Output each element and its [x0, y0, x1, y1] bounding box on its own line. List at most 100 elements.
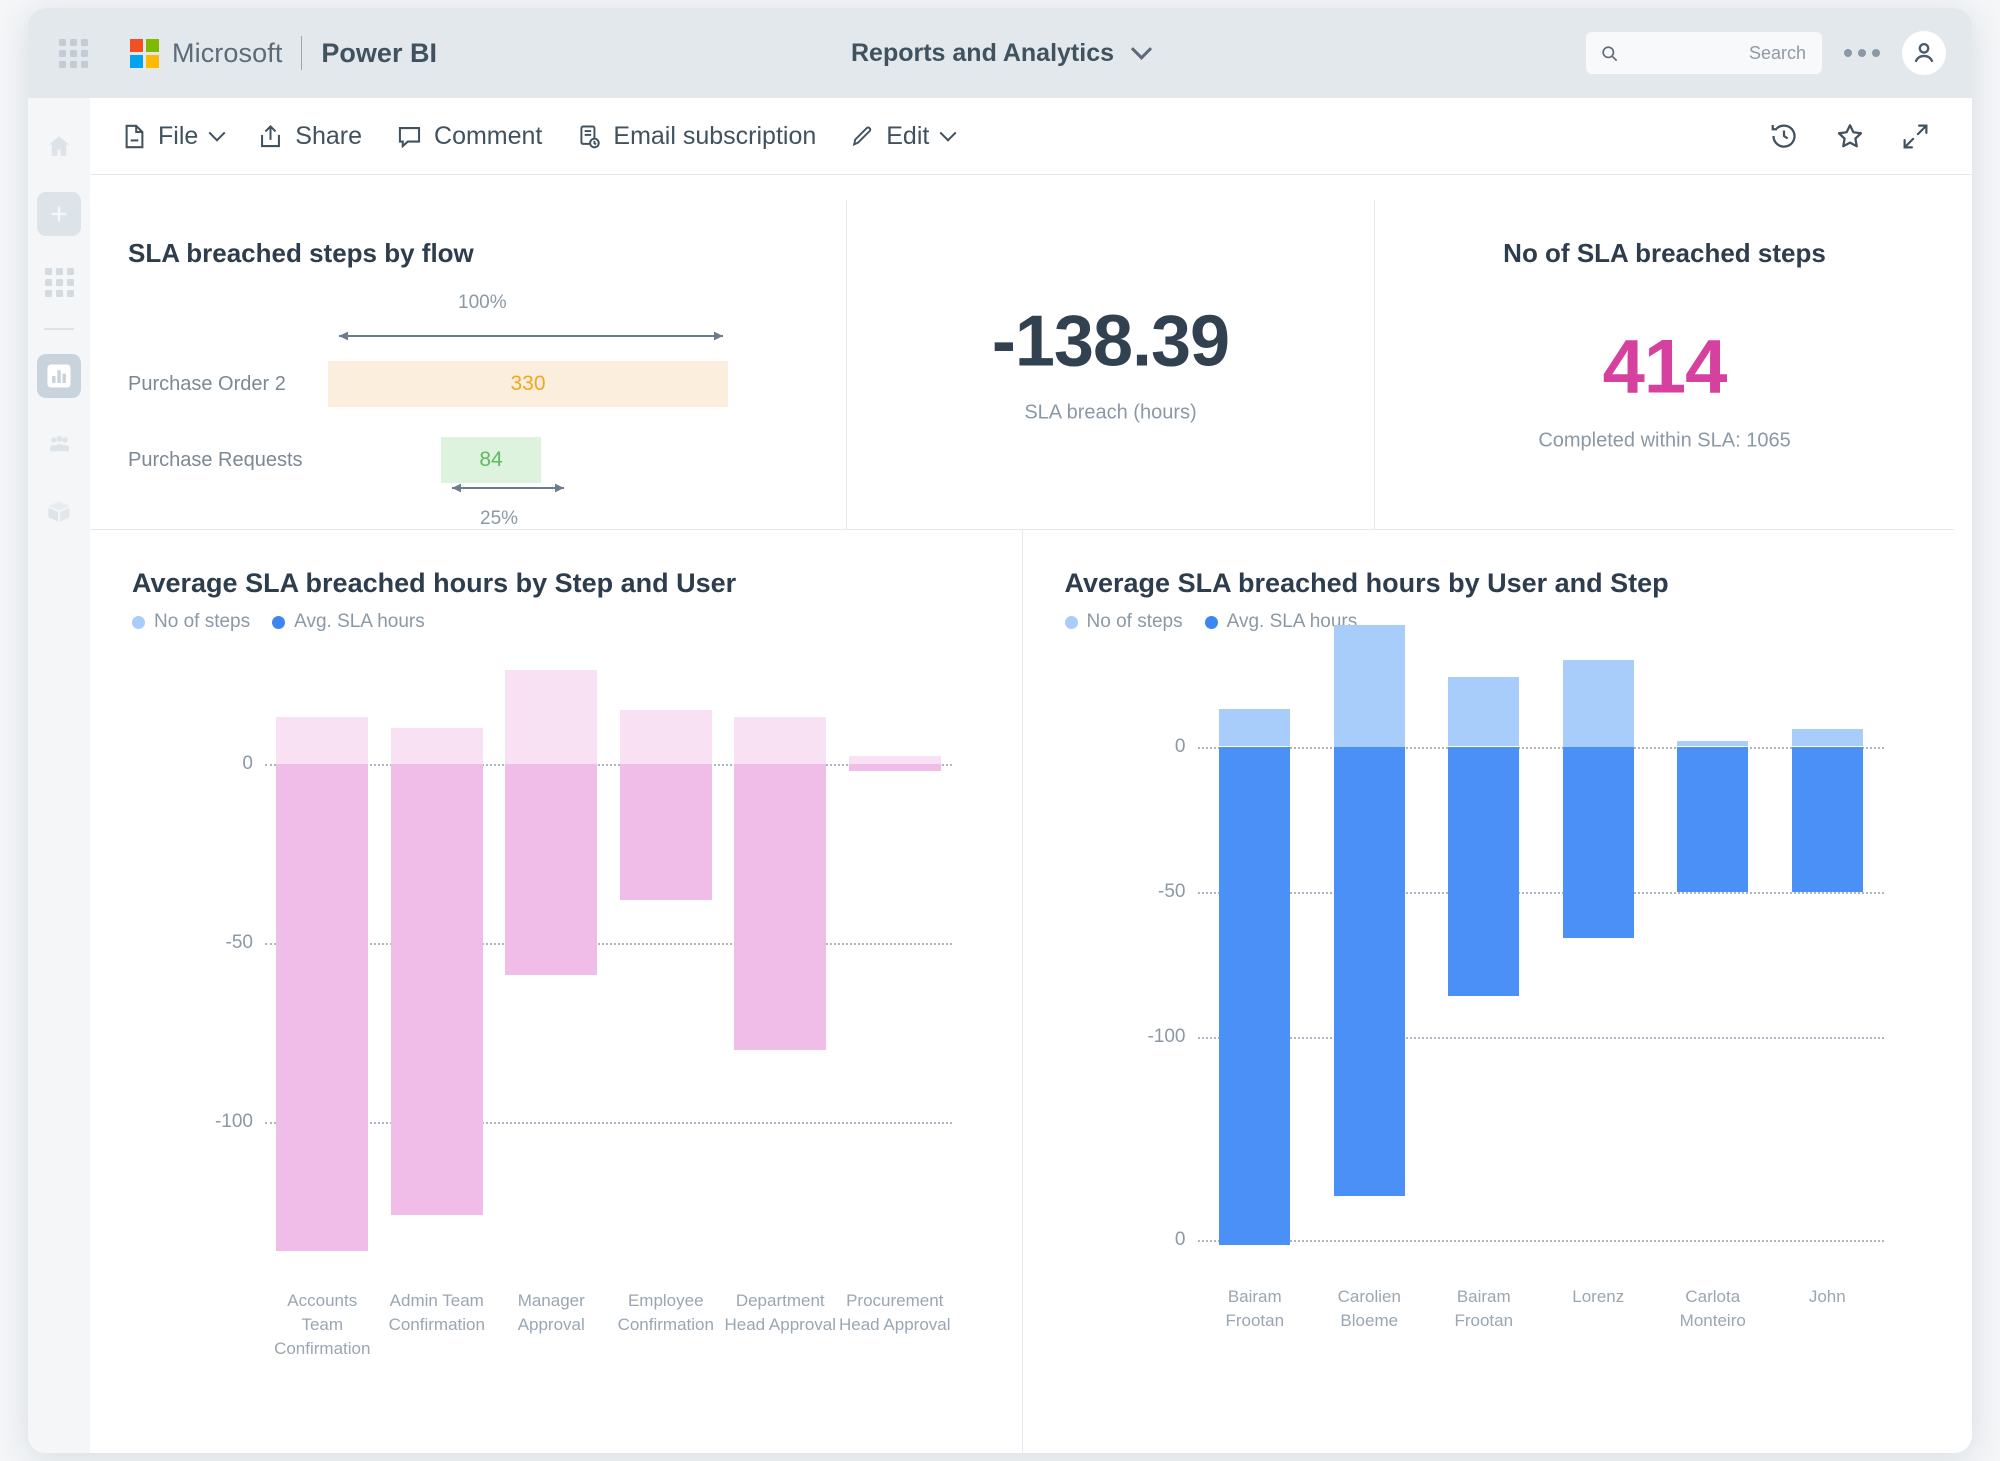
email-subscription-button[interactable]: Email subscription — [576, 122, 816, 151]
flow-top-range-arrow — [339, 331, 723, 341]
y-axis-tick-label: 0 — [1174, 1228, 1186, 1250]
avg-sla-hours-by-step-and-user-chart[interactable]: Average SLA breached hours by Step and U… — [90, 530, 1022, 1453]
home-icon — [49, 136, 69, 156]
bar-group[interactable] — [1677, 660, 1749, 1453]
bar-segment-no-of-steps[interactable] — [848, 756, 941, 764]
chart2-plot: 0 -50 -100 0 Bairam Frootan Carolien Bloeme Ba… — [1023, 624, 1955, 1453]
sidebar-item-home[interactable] — [37, 124, 81, 168]
bar-segment-avg-sla-hours[interactable] — [734, 763, 827, 1051]
favorite-star-icon[interactable] — [1835, 121, 1865, 151]
bar-group[interactable] — [1333, 624, 1405, 1453]
x-axis-category-label: Bairam Frootan — [1225, 1287, 1285, 1330]
sidebar-item-reports[interactable] — [37, 354, 81, 398]
avg-sla-hours-by-user-and-step-chart[interactable]: Average SLA breached hours by User and S… — [1021, 530, 1955, 1453]
bar-segment-no-of-steps[interactable] — [1219, 708, 1291, 747]
gridline: 0 — [1175, 736, 1884, 757]
bar-segment-no-of-steps[interactable] — [1333, 624, 1405, 747]
product-label: Power BI — [321, 37, 437, 68]
x-axis-category-label: Procurement Head Approval — [838, 1291, 951, 1334]
history-icon[interactable] — [1769, 121, 1799, 151]
y-axis-tick-label: -100 — [214, 1110, 253, 1132]
sla-breach-hours-kpi-card[interactable]: -138.39 SLA breach (hours) — [846, 200, 1374, 529]
chevron-down-icon[interactable] — [1130, 38, 1153, 60]
search-input[interactable]: Search — [1586, 32, 1822, 74]
flow-row[interactable]: Purchase Order 2 330 — [128, 354, 822, 414]
breached-steps-value: 414 — [1602, 324, 1728, 410]
file-label: File — [158, 121, 199, 150]
flow-bar-rows: Purchase Order 2 330 Purchase Requests 8… — [128, 354, 822, 490]
flow-row[interactable]: Purchase Requests 84 — [128, 430, 822, 490]
bar-segment-avg-sla-hours[interactable] — [390, 763, 483, 1215]
bar-group[interactable] — [1448, 660, 1520, 1453]
bar-segment-avg-sla-hours[interactable] — [1677, 746, 1749, 892]
bar-segment-no-of-steps[interactable] — [1791, 729, 1863, 747]
chart2-header: Average SLA breached hours by User and S… — [1064, 568, 1669, 633]
bar-segment-no-of-steps[interactable] — [505, 670, 598, 764]
flow-row-value: 330 — [510, 372, 546, 395]
x-axis-category-label: Manager Approval — [517, 1291, 585, 1334]
sla-breach-kpi: -138.39 SLA breach (hours) — [847, 305, 1374, 424]
bar-segment-avg-sla-hours[interactable] — [505, 763, 598, 975]
legend-swatch-icon — [272, 615, 286, 629]
fullscreen-icon[interactable] — [1901, 122, 1930, 151]
file-menu-button[interactable]: File — [122, 121, 226, 151]
microsoft-squares-icon — [130, 38, 159, 68]
bar-segment-avg-sla-hours[interactable] — [1219, 746, 1291, 1246]
bar-group[interactable] — [1562, 659, 1634, 1453]
no-of-sla-breached-steps-card[interactable]: No of SLA breached steps 414 Completed w… — [1374, 200, 1954, 529]
x-axis-category-label: Carolien Bloeme — [1337, 1287, 1401, 1330]
bar-segment-avg-sla-hours[interactable] — [848, 763, 941, 771]
x-axis-category-label: Bairam Frootan — [1454, 1287, 1514, 1330]
bar-segment-no-of-steps[interactable] — [734, 716, 827, 764]
share-icon — [261, 124, 281, 147]
bar-group[interactable] — [1219, 660, 1291, 1453]
command-bar: File Share Comment Email subscription Ed… — [90, 98, 1972, 174]
edit-button[interactable]: Edit — [850, 121, 957, 151]
y-axis-tick-label: 0 — [242, 752, 253, 774]
chart1-plot: 0 -50 -100 Accounts Team Confirmation Admin … — [90, 660, 1022, 1453]
bar-segment-no-of-steps[interactable] — [390, 727, 483, 764]
legend-item[interactable]: No of steps — [132, 611, 250, 633]
ellipsis-icon[interactable] — [1844, 49, 1880, 57]
bar-segment-avg-sla-hours[interactable] — [276, 763, 369, 1251]
bar-group[interactable] — [1791, 660, 1863, 1453]
flow-card-body: 100% Purchase Order 2 330 Purchase Reque… — [128, 292, 822, 529]
email-subscription-label: Email subscription — [613, 121, 817, 150]
flow-bottom-percent: 25% — [480, 508, 519, 529]
y-axis-tick-label: -50 — [225, 931, 253, 953]
sla-breached-steps-by-flow-card[interactable]: SLA breached steps by flow 100% Purchase… — [90, 200, 846, 529]
comment-icon — [398, 126, 421, 148]
report-title-button[interactable]: Reports and Analytics — [850, 38, 1153, 68]
bar-segment-no-of-steps[interactable] — [1448, 676, 1520, 747]
page-title: Reports and Analytics — [850, 38, 1115, 67]
share-label: Share — [295, 121, 363, 150]
bar-segment-avg-sla-hours[interactable] — [1791, 746, 1863, 892]
comment-button[interactable]: Comment — [396, 122, 542, 151]
sidebar-item-apps[interactable] — [37, 260, 81, 304]
sla-breach-sublabel: SLA breach (hours) — [1024, 401, 1197, 423]
share-button[interactable]: Share — [257, 122, 362, 151]
legend-item[interactable]: Avg. SLA hours — [272, 611, 425, 633]
legend-swatch-icon — [1204, 615, 1218, 629]
bar-segment-no-of-steps[interactable] — [619, 709, 712, 764]
brand-divider — [301, 36, 303, 70]
edit-label: Edit — [886, 121, 930, 150]
chart1-title: Average SLA breached hours by Step and U… — [132, 568, 737, 598]
sidebar-item-create[interactable] — [37, 192, 81, 236]
sidebar-item-teams[interactable] — [37, 422, 81, 466]
chart2-plot-area: 0 -50 -100 0 Bairam Frootan Carolien Bloeme Ba… — [1023, 624, 1915, 1453]
bar-segment-no-of-steps[interactable] — [1562, 659, 1634, 747]
legend-item[interactable]: No of steps — [1064, 611, 1183, 633]
bar-segment-avg-sla-hours[interactable] — [1333, 746, 1405, 1196]
bar-segment-avg-sla-hours[interactable] — [1562, 746, 1634, 938]
chart1-header: Average SLA breached hours by Step and U… — [132, 568, 736, 633]
microsoft-logo[interactable]: Microsoft Power BI — [130, 36, 437, 70]
bar-segment-avg-sla-hours[interactable] — [1448, 746, 1520, 996]
bar-segment-avg-sla-hours[interactable] — [619, 763, 712, 900]
bar-segment-no-of-steps[interactable] — [276, 716, 369, 764]
account-avatar-icon[interactable] — [1902, 31, 1946, 75]
legend-swatch-icon — [132, 615, 145, 629]
waffle-grid-icon[interactable] — [50, 30, 96, 76]
sidebar-item-deploy[interactable] — [37, 490, 81, 534]
grid-apps-icon — [44, 267, 74, 297]
